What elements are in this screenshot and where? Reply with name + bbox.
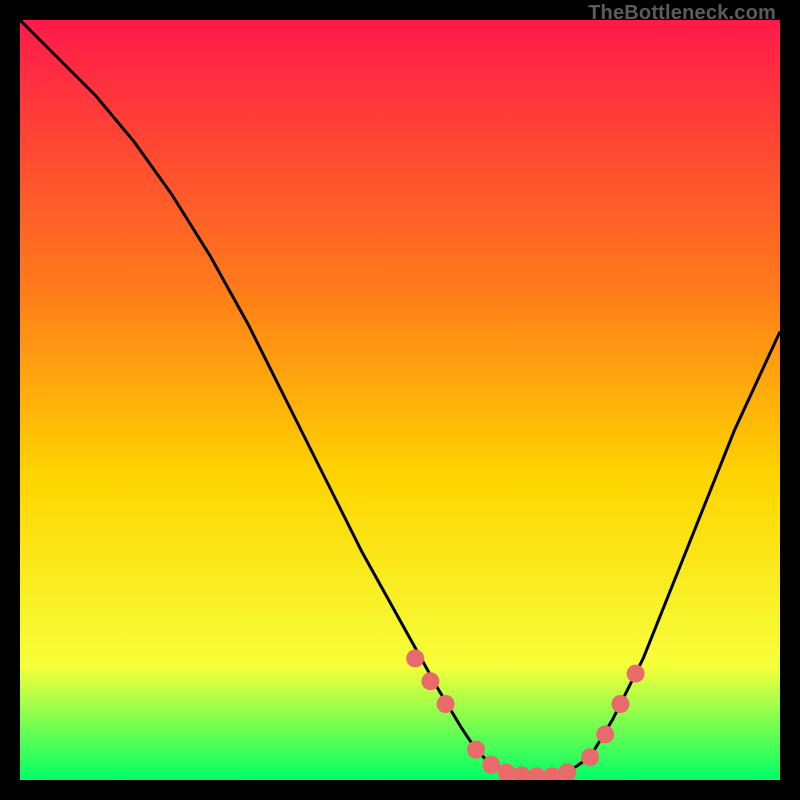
highlight-dot (596, 725, 614, 743)
gradient-background (20, 20, 780, 780)
highlight-dot (421, 672, 439, 690)
highlight-dot (406, 649, 424, 667)
highlight-dot (467, 741, 485, 759)
highlight-dot (627, 665, 645, 683)
chart-frame (20, 20, 780, 780)
watermark-text: TheBottleneck.com (588, 2, 776, 25)
highlight-dot (437, 695, 455, 713)
highlight-dot (611, 695, 629, 713)
highlight-dot (581, 748, 599, 766)
bottleneck-chart (20, 20, 780, 780)
